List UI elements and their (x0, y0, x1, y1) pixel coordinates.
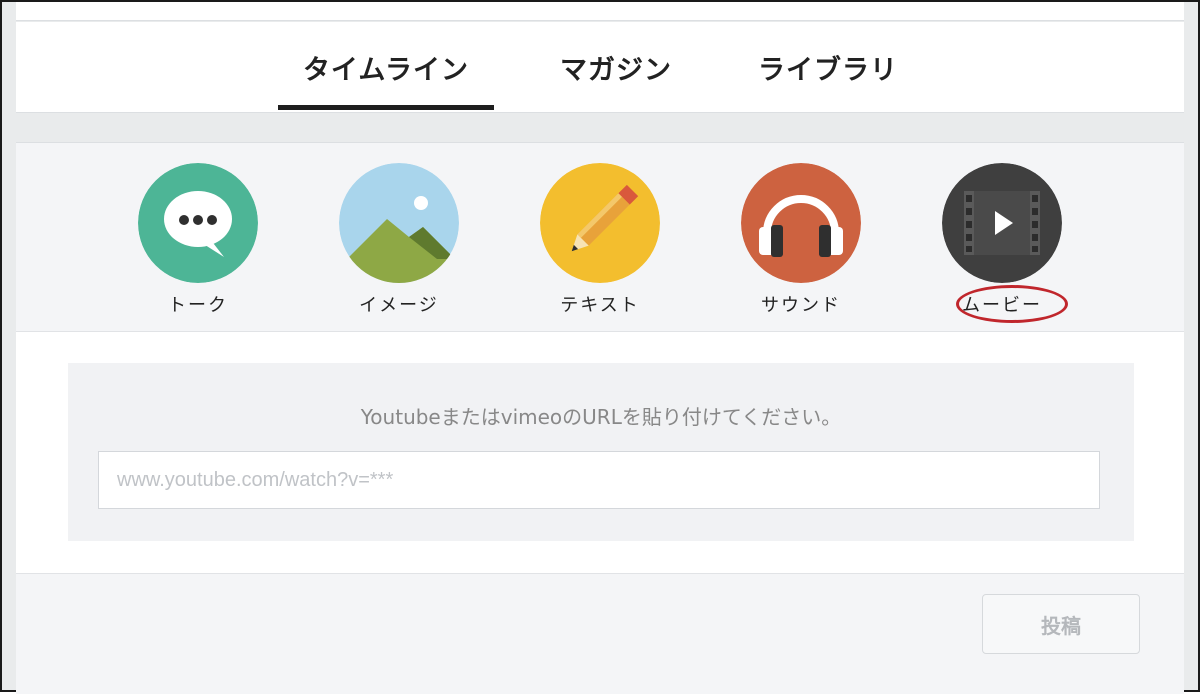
top-strip (16, 2, 1184, 21)
url-instruction: YoutubeまたはvimeoのURLを貼り付けてください。 (360, 405, 842, 429)
speech-bubble-icon (138, 163, 258, 283)
pencil-icon (540, 163, 660, 283)
tab-timeline[interactable]: タイムライン (278, 22, 494, 112)
selected-highlight-ring (956, 285, 1068, 323)
tab-bar: タイムライン マガジン ライブラリ (16, 22, 1184, 113)
post-type-movie[interactable]: ムービー (922, 163, 1082, 325)
tab-magazine[interactable]: マガジン (526, 22, 706, 112)
post-type-text[interactable]: テキスト (520, 163, 680, 325)
headphones-icon (741, 163, 861, 283)
active-tab-indicator (278, 105, 494, 110)
mountain-image-icon (339, 163, 459, 283)
post-type-talk[interactable]: トーク (118, 163, 278, 325)
post-type-label-image: イメージ (359, 295, 439, 316)
tab-library[interactable]: ライブラリ (740, 22, 916, 112)
post-button[interactable]: 投稿 (982, 594, 1140, 654)
post-type-label-talk: トーク (168, 295, 228, 316)
form-footer: 投稿 (16, 573, 1184, 694)
modal-frame: タイムライン マガジン ライブラリ トーク イメージ テキスト サウンド ムービ… (0, 0, 1200, 694)
movie-url-form: YoutubeまたはvimeoのURLを貼り付けてください。 (68, 363, 1134, 541)
movie-url-input[interactable] (98, 451, 1100, 509)
post-type-image[interactable]: イメージ (319, 163, 479, 325)
post-type-label-text: テキスト (560, 295, 640, 316)
post-type-selector: トーク イメージ テキスト サウンド ムービー (16, 143, 1184, 332)
post-type-label-sound: サウンド (761, 295, 841, 316)
film-play-icon (942, 163, 1062, 283)
post-type-sound[interactable]: サウンド (721, 163, 881, 325)
post-panel: トーク イメージ テキスト サウンド ムービー Youtubeまたはvimeoの… (16, 142, 1184, 694)
